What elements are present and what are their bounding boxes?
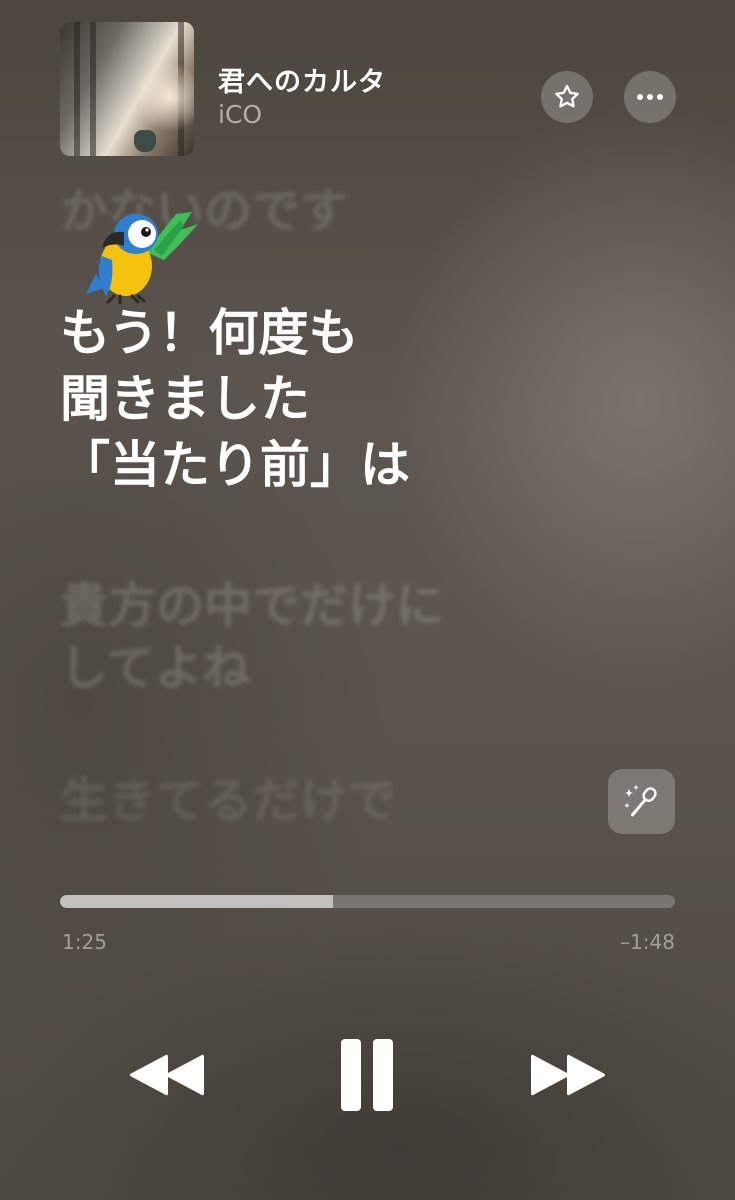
star-icon: [555, 84, 579, 108]
lyric-line-current: 「当たり前」は: [60, 436, 410, 494]
artwork-vase: [134, 130, 156, 152]
microphone-sparkle-icon: [623, 784, 657, 816]
rewind-button[interactable]: [128, 1048, 208, 1102]
lyric-line-next[interactable]: 貴方の中でだけに: [60, 575, 444, 637]
favorite-button[interactable]: [541, 71, 593, 123]
artwork-curtain-stripe: [90, 22, 96, 156]
artwork-curtain-stripe: [74, 22, 80, 156]
lyric-line-next[interactable]: してよね: [60, 637, 251, 699]
playback-progress-fill: [60, 895, 334, 908]
lyric-line-current: 聞きました: [60, 370, 310, 428]
more-options-button[interactable]: [624, 71, 676, 123]
sing-mode-button[interactable]: [608, 769, 675, 834]
rewind-icon: [130, 1054, 204, 1096]
elapsed-time: 1:25: [62, 930, 107, 954]
playback-progress-bar[interactable]: [60, 895, 675, 908]
ellipsis-icon: [637, 94, 663, 100]
fast-forward-button[interactable]: [527, 1048, 607, 1102]
parrot-sticker: [86, 212, 198, 304]
track-artist[interactable]: iCO: [218, 100, 262, 129]
pause-icon: [341, 1039, 393, 1111]
album-artwork[interactable]: [60, 22, 194, 156]
pause-button[interactable]: [334, 1036, 400, 1114]
lyric-current-block[interactable]: もう！何度も 聞きました 「当たり前」は: [60, 300, 410, 498]
artwork-window-light: [140, 57, 194, 137]
lyric-line-current: もう！何度も: [60, 304, 359, 362]
track-title[interactable]: 君へのカルタ: [218, 60, 386, 99]
remaining-time: –1:48: [620, 930, 675, 954]
lyric-line-upcoming[interactable]: 生きてるだけで: [60, 770, 396, 832]
fast-forward-icon: [531, 1054, 605, 1096]
